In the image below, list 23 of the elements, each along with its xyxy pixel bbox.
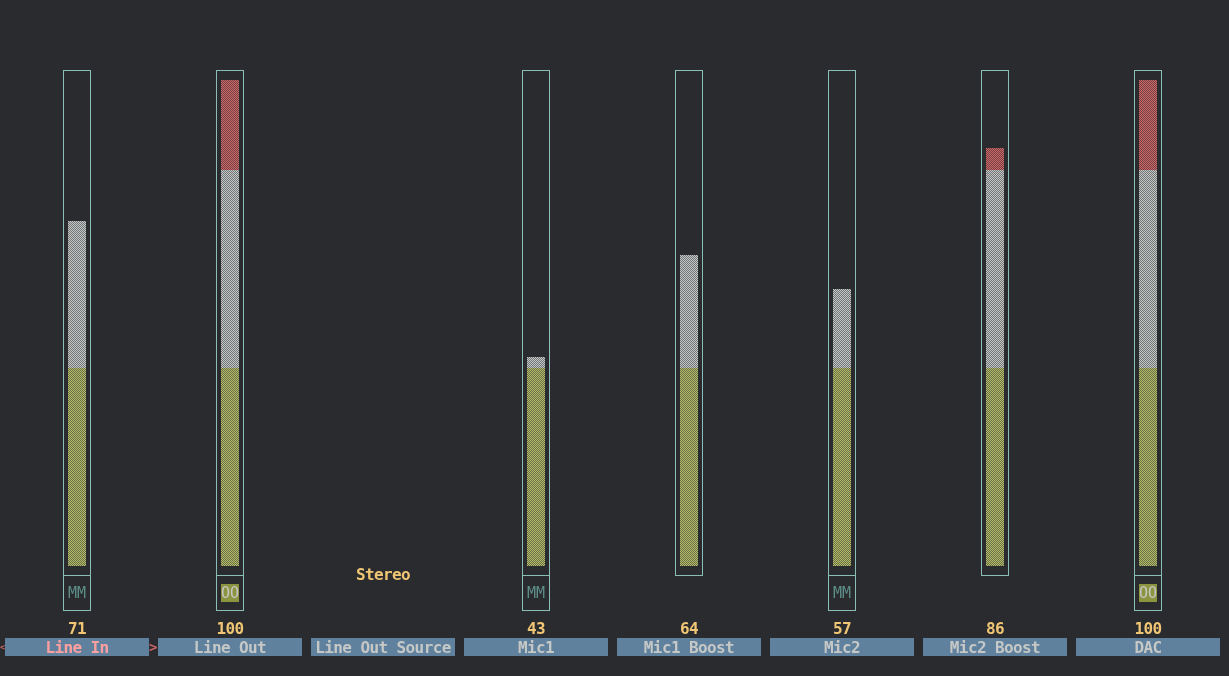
selection-marker: > bbox=[149, 638, 158, 656]
mute-switch[interactable]: MM bbox=[833, 584, 851, 602]
channel-name[interactable]: Line Out Source bbox=[311, 638, 455, 656]
mute-switch[interactable]: OO bbox=[221, 584, 239, 602]
channel-name[interactable]: DAC bbox=[1076, 638, 1220, 656]
channel-name[interactable]: Mic2 bbox=[770, 638, 914, 656]
channel-name[interactable]: Mic2 Boost bbox=[923, 638, 1067, 656]
channel-name[interactable]: Mic1 Boost bbox=[617, 638, 761, 656]
volume-value: 64 bbox=[679, 620, 699, 638]
channel-name[interactable]: Line Out bbox=[158, 638, 302, 656]
volume-value: 100 bbox=[1134, 620, 1162, 638]
mute-switch[interactable]: MM bbox=[527, 584, 545, 602]
volume-value: 100 bbox=[216, 620, 244, 638]
selection-marker: < bbox=[0, 641, 6, 654]
volume-value: 71 bbox=[67, 620, 87, 638]
mute-switch[interactable]: MM bbox=[68, 584, 86, 602]
mute-switch[interactable]: OO bbox=[1139, 584, 1157, 602]
volume-value: 86 bbox=[985, 620, 1005, 638]
channel-name[interactable]: Mic1 bbox=[464, 638, 608, 656]
channel-name[interactable]: Line In bbox=[5, 638, 149, 656]
enum-option: Stereo bbox=[355, 566, 411, 584]
volume-value: 43 bbox=[526, 620, 546, 638]
volume-value: 57 bbox=[832, 620, 852, 638]
